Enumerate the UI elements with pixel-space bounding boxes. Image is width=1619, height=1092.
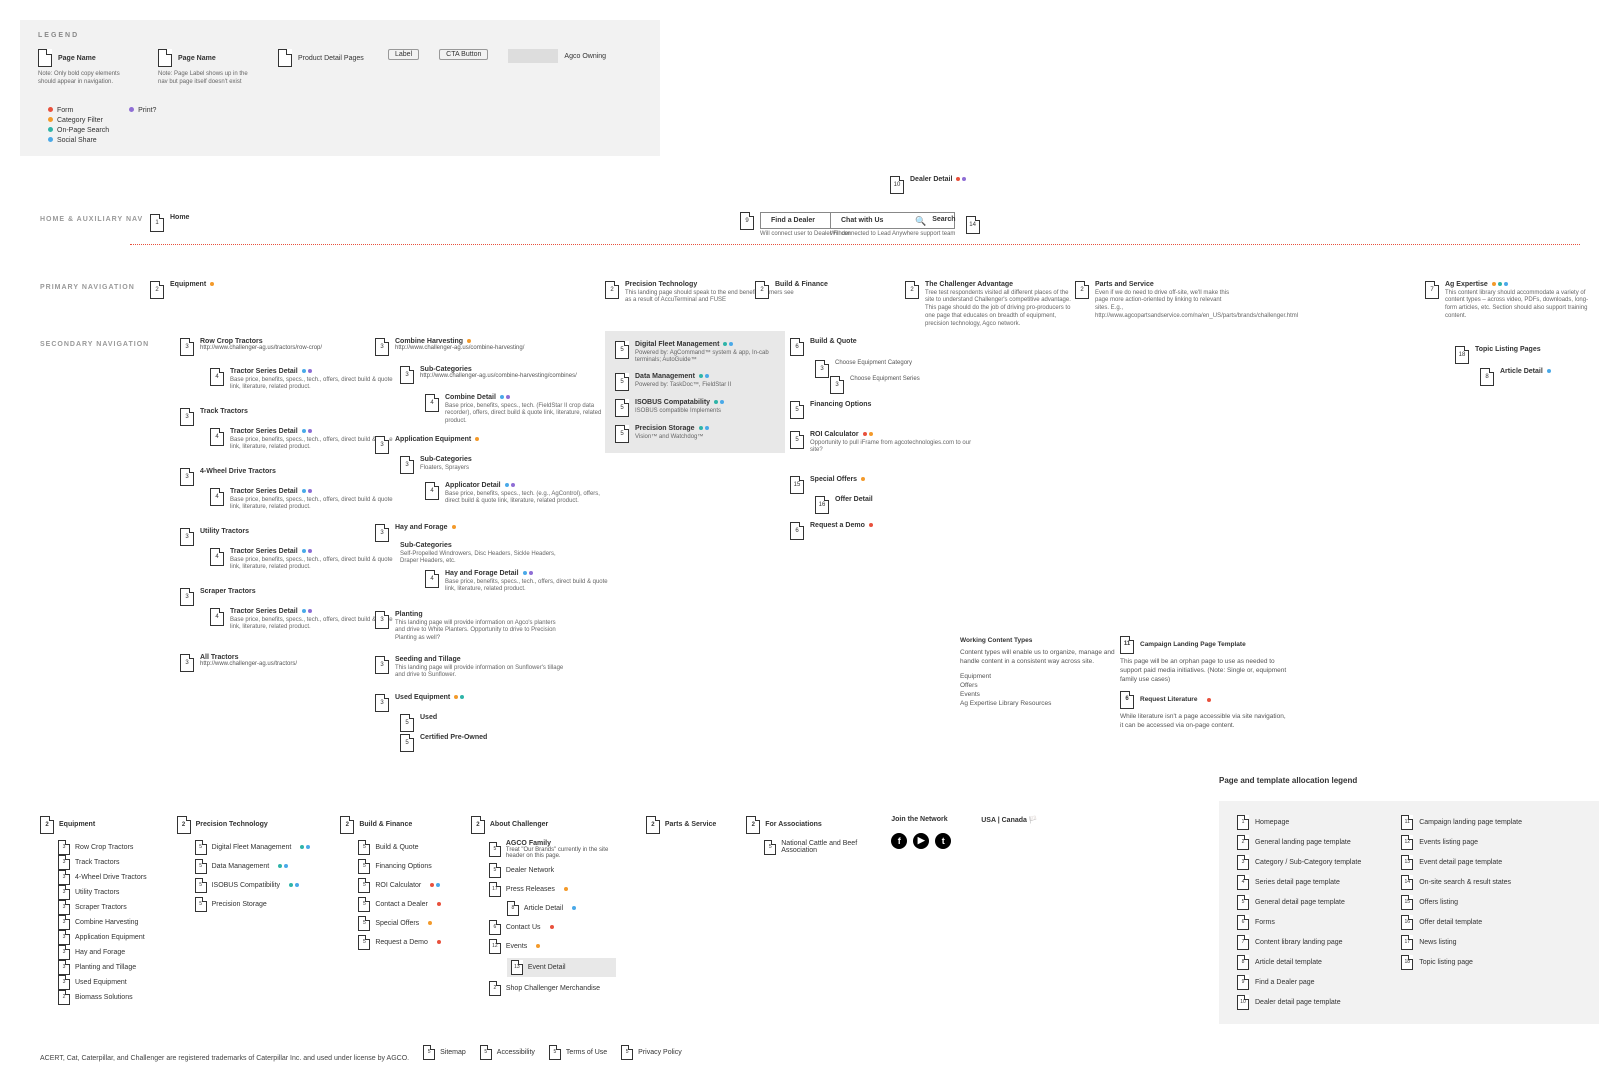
- flag-icon: 🏳️: [1029, 817, 1038, 824]
- node-dealer-detail: 10 Dealer Detail: [890, 176, 966, 194]
- cta-chip: CTA Button: [439, 49, 488, 60]
- node-equipment: 2 Equipment: [150, 281, 214, 299]
- section-primary: PRIMARY NAVIGATION: [40, 284, 135, 291]
- legend-panel: LEGEND Page Name Note: Only bold copy el…: [20, 20, 660, 156]
- legend-title: LEGEND: [38, 32, 642, 39]
- twitter-icon[interactable]: t: [935, 833, 951, 849]
- node-expertise: 7 Ag ExpertiseThis content library shoul…: [1425, 281, 1595, 321]
- footer-col-about: 2About Challenger 5AGCO FamilyTreat "Our…: [471, 816, 616, 996]
- footer-col-locale: USA | Canada 🏳️: [981, 816, 1037, 824]
- product-detail-icon: [278, 49, 292, 67]
- footer-col-equipment: 2Equipment 3Row Crop Tractors3Track Trac…: [40, 816, 147, 1005]
- allocation-legend: 1Homepage2General landing page template3…: [1219, 801, 1599, 1024]
- node-advantage: 2 The Challenger AdvantageTree test resp…: [905, 281, 1075, 329]
- page-label-icon: [158, 49, 172, 67]
- node-home: 1 Home: [150, 214, 189, 232]
- search-icon: 🔍: [915, 216, 926, 227]
- footer-col-social: Join the Network f ▶ t: [891, 816, 951, 849]
- alloc-title: Page and template allocation legend: [1219, 776, 1599, 785]
- page-icon: [38, 49, 52, 67]
- working-content-types: Working Content Types Content types will…: [960, 636, 1130, 709]
- youtube-icon[interactable]: ▶: [913, 833, 929, 849]
- footer-sitemap: 2Equipment 3Row Crop Tractors3Track Trac…: [20, 806, 1199, 1072]
- section-secondary: SECONDARY NAVIGATION: [40, 341, 149, 348]
- footer-col-precision: 2Precision Technology 5Digital Fleet Man…: [177, 816, 311, 912]
- label-chip: Label: [388, 49, 419, 60]
- footer-col-assoc: 2For Associations 5National Cattle and B…: [746, 816, 861, 855]
- section-home-aux: HOME & AUXILIARY NAV: [40, 216, 143, 223]
- footer-col-build: 2Build & Finance 5Build & Quote 5Financi…: [340, 816, 441, 950]
- facebook-icon[interactable]: f: [891, 833, 907, 849]
- divider: [130, 244, 1580, 245]
- agco-swatch: [508, 49, 558, 63]
- node-search: 🔍 Search 14: [915, 216, 980, 234]
- sitemap-canvas: HOME & AUXILIARY NAV PRIMARY NAVIGATION …: [20, 176, 1600, 776]
- node-build: 2 Build & Finance: [755, 281, 828, 299]
- node-parts: 2 Parts and ServiceEven if we do need to…: [1075, 281, 1235, 321]
- footer-col-parts: 2Parts & Service: [646, 816, 716, 836]
- agco-block: 5Digital Fleet ManagementPowered by: AgC…: [605, 331, 785, 454]
